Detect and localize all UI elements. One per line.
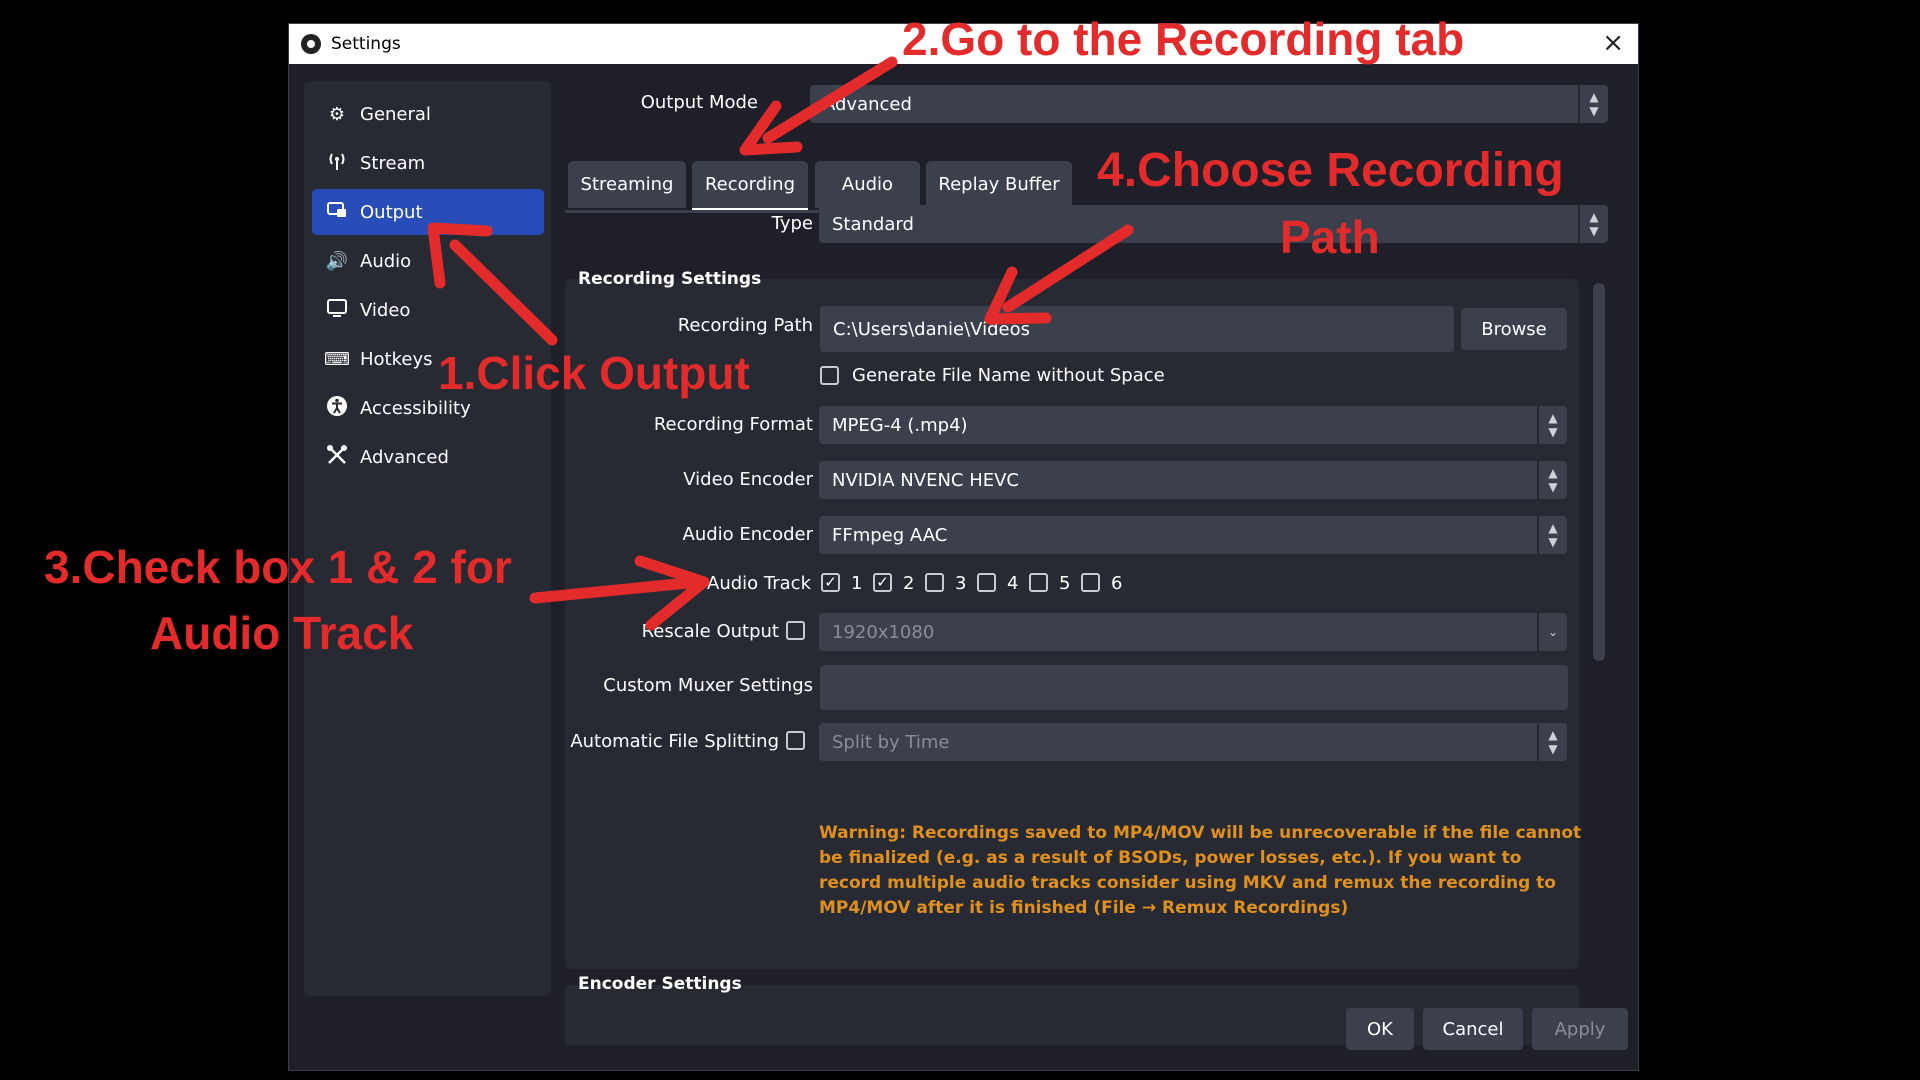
sidebar-item-label: Accessibility (360, 397, 471, 419)
audio-track-1-label: 1 (851, 573, 863, 594)
mp4-warning-text: Warning: Recordings saved to MP4/MOV wil… (819, 823, 1582, 918)
updown-icon: ▲ ▼ (1537, 516, 1567, 554)
sidebar: ⚙ General Stream Output 🔊 Audio Video ⌨ … (304, 81, 551, 996)
sidebar-item-stream[interactable]: Stream (312, 140, 544, 186)
updown-icon: ▲ ▼ (1578, 85, 1608, 123)
chevron-down-icon: ⌄ (1537, 613, 1567, 651)
keyboard-icon: ⌨ (324, 348, 350, 370)
audio-encoder-label: Audio Encoder (682, 524, 813, 545)
audio-track-2-label: 2 (903, 573, 915, 594)
annotation-step-3-line1: 3.Check box 1 & 2 for (44, 541, 512, 593)
speaker-icon: 🔊 (325, 250, 349, 272)
recording-format-select[interactable]: MPEG-4 (.mp4) ▲ ▼ (819, 406, 1567, 444)
audio-encoder-select[interactable]: FFmpeg AAC ▲ ▼ (819, 516, 1567, 554)
rescale-output-checkbox[interactable] (786, 621, 805, 640)
tab-label: Streaming (580, 174, 674, 195)
audio-track-5-checkbox[interactable] (1029, 573, 1048, 592)
recording-format-value: MPEG-4 (.mp4) (832, 414, 968, 436)
sidebar-item-video[interactable]: Video (312, 287, 544, 333)
output-mode-label: Output Mode (640, 92, 758, 113)
rescale-output-label: Rescale Output (641, 621, 779, 642)
recording-format-label: Recording Format (653, 414, 813, 435)
generate-filename-checkbox[interactable] (820, 366, 839, 385)
tab-label: Replay Buffer (938, 174, 1060, 195)
annotation-step-2: 2.Go to the Recording tab (902, 13, 1465, 65)
audio-track-3-checkbox[interactable] (925, 573, 944, 592)
custom-muxer-label: Custom Muxer Settings (603, 675, 813, 696)
sidebar-item-label: Advanced (360, 446, 449, 468)
encoder-settings-title: Encoder Settings (578, 974, 742, 994)
audio-encoder-value: FFmpeg AAC (832, 524, 948, 546)
ok-button[interactable]: OK (1346, 1008, 1414, 1050)
output-mode-value: Advanced (823, 93, 912, 115)
sidebar-item-label: General (360, 103, 431, 125)
video-encoder-value: NVIDIA NVENC HEVC (832, 469, 1019, 491)
generate-filename-label: Generate File Name without Space (852, 365, 1165, 386)
recording-path-value: C:\Users\danie\Videos (833, 318, 1030, 340)
obs-logo-icon (301, 34, 321, 54)
updown-icon: ▲ ▼ (1537, 723, 1567, 761)
browse-button[interactable]: Browse (1461, 308, 1567, 350)
tab-replay-buffer[interactable]: Replay Buffer (926, 161, 1072, 208)
window-title: Settings (331, 34, 401, 54)
auto-split-select[interactable]: Split by Time ▲ ▼ (819, 723, 1567, 761)
sidebar-item-general[interactable]: ⚙ General (312, 91, 544, 137)
audio-track-4-label: 4 (1007, 573, 1019, 594)
annotation-step-1: 1.Click Output (438, 347, 750, 399)
sidebar-item-label: Audio (360, 250, 412, 272)
audio-track-6-label: 6 (1111, 573, 1123, 594)
sidebar-item-label: Stream (360, 152, 426, 174)
updown-icon: ▲ ▼ (1537, 406, 1567, 444)
auto-split-checkbox[interactable] (786, 731, 805, 750)
annotation-step-4-line1: 4.Choose Recording (1097, 144, 1564, 197)
apply-button[interactable]: Apply (1532, 1008, 1628, 1050)
auto-split-label: Automatic File Splitting (570, 731, 779, 752)
audio-track-5-label: 5 (1059, 573, 1071, 594)
type-value: Standard (832, 213, 914, 235)
scrollbar[interactable] (1593, 283, 1605, 661)
audio-track-1-checkbox[interactable]: ✓ (821, 573, 840, 592)
sidebar-item-label: Output (360, 201, 423, 223)
video-encoder-label: Video Encoder (683, 469, 813, 490)
recording-path-input[interactable]: C:\Users\danie\Videos (820, 306, 1454, 352)
monitor-icon (324, 298, 350, 323)
close-icon[interactable]: × (1602, 28, 1624, 58)
tools-icon (324, 444, 350, 471)
tab-label: Recording (704, 174, 796, 195)
tab-label: Audio (841, 174, 894, 195)
gear-icon: ⚙ (328, 103, 346, 125)
updown-icon: ▲ ▼ (1537, 461, 1567, 499)
cancel-button[interactable]: Cancel (1423, 1008, 1523, 1050)
tab-audio[interactable]: Audio (815, 161, 920, 208)
video-encoder-select[interactable]: NVIDIA NVENC HEVC ▲ ▼ (819, 461, 1567, 499)
updown-icon: ▲ ▼ (1578, 205, 1608, 243)
sidebar-item-audio[interactable]: 🔊 Audio (312, 238, 544, 284)
annotation-step-3-line2: Audio Track (150, 607, 414, 659)
rescale-output-select[interactable]: 1920x1080 ⌄ (819, 613, 1567, 651)
tab-recording[interactable]: Recording (692, 161, 808, 211)
sidebar-item-label: Hotkeys (360, 348, 433, 370)
audio-track-3-label: 3 (955, 573, 967, 594)
audio-track-label: Audio Track (707, 573, 811, 594)
custom-muxer-input[interactable] (820, 665, 1568, 710)
type-select[interactable]: Standard ▲ ▼ (819, 205, 1608, 243)
antenna-icon (324, 151, 350, 176)
sidebar-item-output[interactable]: Output (312, 189, 544, 235)
recording-settings-title: Recording Settings (578, 269, 762, 289)
auto-split-value: Split by Time (832, 731, 950, 753)
tab-streaming[interactable]: Streaming (568, 161, 686, 208)
type-label: Type (771, 213, 813, 234)
annotation-step-4-line2: Path (1280, 211, 1380, 263)
accessibility-icon (324, 395, 350, 422)
audio-track-6-checkbox[interactable] (1081, 573, 1100, 592)
audio-track-4-checkbox[interactable] (977, 573, 996, 592)
audio-track-2-checkbox[interactable]: ✓ (873, 573, 892, 592)
sidebar-item-label: Video (360, 299, 411, 321)
output-icon (324, 200, 350, 225)
recording-path-label: Recording Path (677, 315, 813, 336)
sidebar-item-advanced[interactable]: Advanced (312, 434, 544, 480)
output-mode-select[interactable]: Advanced ▲ ▼ (810, 85, 1608, 123)
rescale-output-value: 1920x1080 (832, 621, 935, 643)
